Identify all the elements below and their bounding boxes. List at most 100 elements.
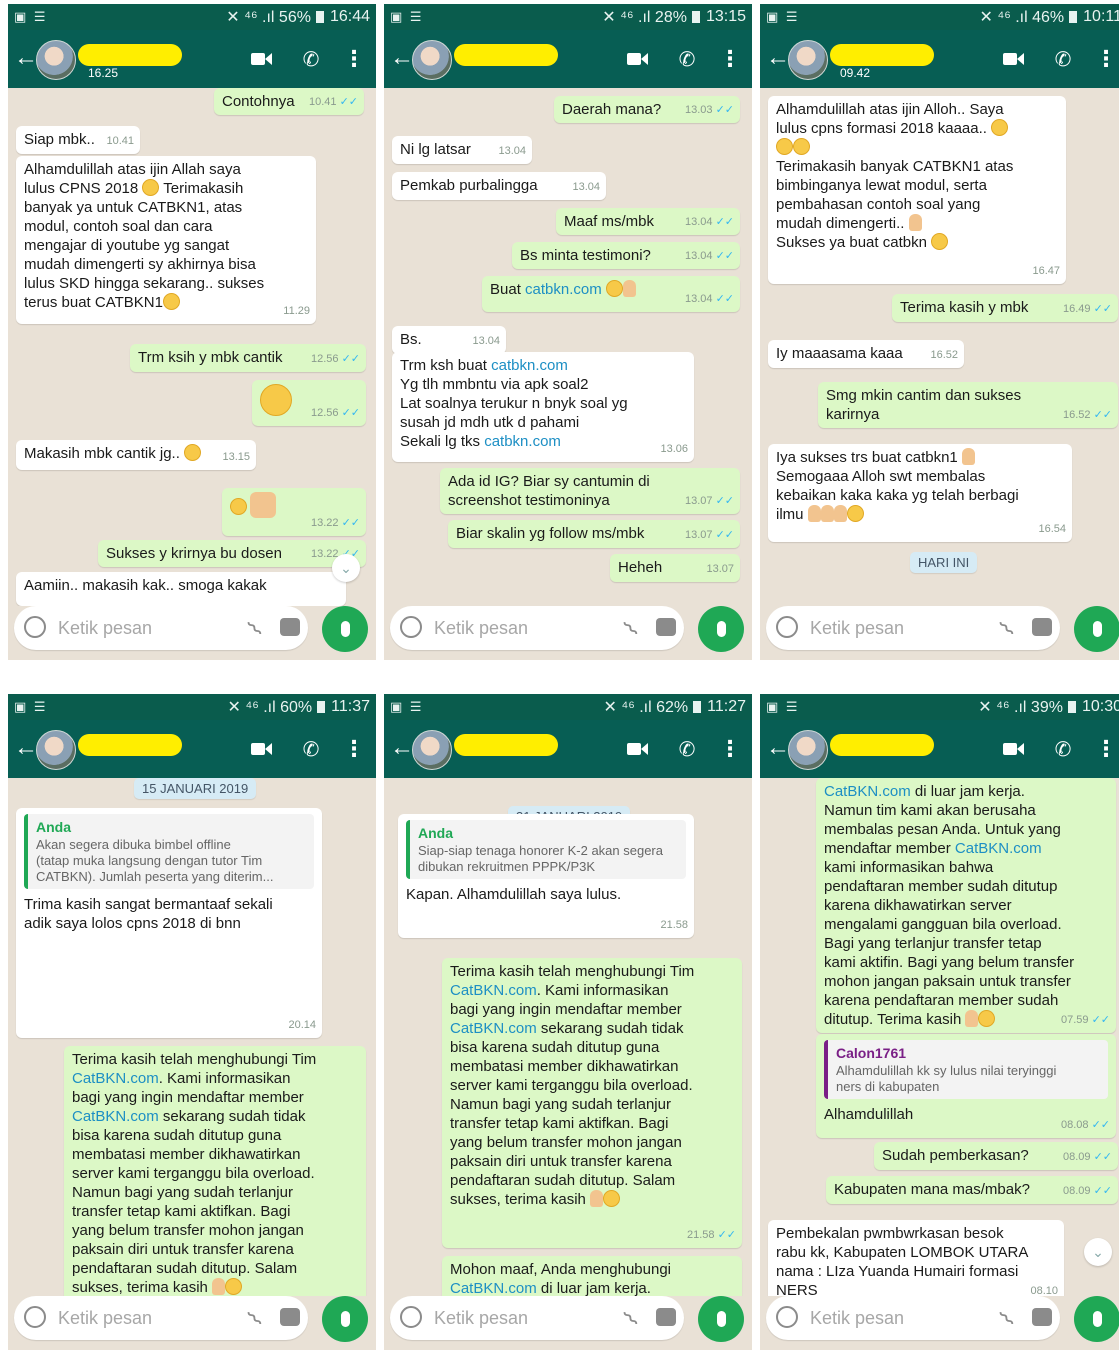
outgoing-message[interactable]: Heheh 13.07 [610, 554, 740, 582]
phone-call-icon[interactable]: ✆ [676, 46, 698, 72]
camera-icon[interactable] [656, 618, 676, 636]
message-list[interactable]: 15 JANUARI 2019 Anda Akan segera dibuka bi… [8, 778, 376, 1296]
voice-record-button[interactable] [698, 606, 744, 652]
outgoing-message[interactable]: Maaf ms/mbk 13.04 ✓✓ [556, 208, 740, 235]
attach-icon[interactable]: ⌇ [994, 616, 1020, 642]
camera-icon[interactable] [1032, 1308, 1052, 1326]
link-text[interactable]: CatBKN.com [955, 840, 1042, 857]
scroll-down-button[interactable]: ⌄ [332, 554, 360, 582]
link-text[interactable]: CatBKN.com [450, 1280, 537, 1296]
phone-call-icon[interactable]: ✆ [1052, 736, 1074, 762]
video-call-icon[interactable] [1002, 46, 1024, 72]
incoming-message[interactable]: Pembekalan pwmbwrkasan besok rabu kk, Kab… [768, 1220, 1064, 1296]
outgoing-message[interactable]: 12.56 ✓✓ [252, 380, 366, 426]
camera-icon[interactable] [280, 618, 300, 636]
incoming-message[interactable]: Ni lg latsar 13.04 [392, 136, 532, 164]
link-text[interactable]: CatBKN.com [72, 1070, 159, 1087]
link-text[interactable]: CatBKN.com [72, 1108, 159, 1125]
back-arrow-icon[interactable]: ← [390, 734, 414, 762]
outgoing-message[interactable]: Mohon maaf, Anda menghubungi CatBKN.com d… [442, 1256, 742, 1296]
back-arrow-icon[interactable]: ← [766, 44, 790, 72]
voice-record-button[interactable] [1074, 1296, 1119, 1342]
contact-avatar[interactable] [36, 730, 76, 770]
outgoing-message[interactable]: Trm ksih y mbk cantik 12.56 ✓✓ [130, 344, 366, 372]
message-input-field[interactable]: Ketik pesan [58, 1308, 152, 1329]
back-arrow-icon[interactable]: ← [390, 44, 414, 72]
incoming-message[interactable]: Aamiin.. makasih kak.. smoga kakak [16, 572, 346, 606]
emoji-picker-icon[interactable] [24, 1306, 46, 1328]
contact-avatar[interactable] [36, 40, 76, 80]
message-input-bar[interactable]: Ketik pesan ⌇ [14, 1296, 308, 1340]
message-input-field[interactable]: Ketik pesan [58, 618, 152, 639]
incoming-message[interactable]: Bs. 13.04 [392, 326, 506, 354]
emoji-picker-icon[interactable] [776, 616, 798, 638]
attach-icon[interactable]: ⌇ [994, 1306, 1020, 1332]
phone-call-icon[interactable]: ✆ [676, 736, 698, 762]
incoming-message[interactable]: Alhamdulillah atas ijin Allah saya lulus … [16, 156, 316, 324]
outgoing-message[interactable]: Ada id IG? Biar sy cantumin di screenshot… [440, 468, 740, 514]
attach-icon[interactable]: ⌇ [242, 1306, 268, 1332]
video-call-icon[interactable] [250, 736, 272, 762]
camera-icon[interactable] [1032, 618, 1052, 636]
outgoing-message[interactable]: Bs minta testimoni? 13.04 ✓✓ [512, 242, 740, 269]
emoji-picker-icon[interactable] [400, 1306, 422, 1328]
contact-avatar[interactable] [412, 730, 452, 770]
outgoing-message[interactable]: 13.22 ✓✓ [222, 488, 366, 536]
emoji-picker-icon[interactable] [400, 616, 422, 638]
phone-call-icon[interactable]: ✆ [1052, 46, 1074, 72]
back-arrow-icon[interactable]: ← [14, 734, 38, 762]
emoji-picker-icon[interactable] [776, 1306, 798, 1328]
more-menu-icon[interactable]: ⋮ [719, 736, 741, 762]
video-call-icon[interactable] [626, 736, 648, 762]
outgoing-message[interactable]: Biar skalin yg follow ms/mbk 13.07 ✓✓ [448, 520, 740, 548]
voice-record-button[interactable] [322, 606, 368, 652]
outgoing-message[interactable]: Terima kasih telah menghubungi Tim CatBKN… [442, 958, 742, 1248]
voice-record-button[interactable] [322, 1296, 368, 1342]
incoming-message[interactable]: Iya sukses trs buat catbkn1 Semogaaa All… [768, 444, 1072, 542]
outgoing-message[interactable]: Buat catbkn.com 13.04 ✓✓ [482, 276, 740, 312]
quoted-message[interactable]: Calon1761 Alhamdulillah kk sy lulus nilai… [824, 1040, 1108, 1099]
message-input-bar[interactable]: Ketik pesan ⌇ [390, 1296, 684, 1340]
incoming-message[interactable]: Iy maaasama kaaa 16.52 [768, 340, 964, 368]
attach-icon[interactable]: ⌇ [618, 1306, 644, 1332]
video-call-icon[interactable] [626, 46, 648, 72]
link-text[interactable]: catbkn.com [491, 357, 568, 374]
incoming-message[interactable]: Pemkab purbalingga 13.04 [392, 172, 606, 200]
outgoing-message[interactable]: Daerah mana? 13.03 ✓✓ [554, 96, 740, 123]
attach-icon[interactable]: ⌇ [618, 616, 644, 642]
phone-call-icon[interactable]: ✆ [300, 736, 322, 762]
message-list[interactable]: HARI INI Alhamdulillah atas ijin Alloh.. … [760, 88, 1119, 606]
message-input-field[interactable]: Ketik pesan [810, 1308, 904, 1329]
contact-avatar[interactable] [788, 40, 828, 80]
message-input-bar[interactable]: Ketik pesan ⌇ [766, 1296, 1060, 1340]
message-input-bar[interactable]: Ketik pesan ⌇ [390, 606, 684, 650]
back-arrow-icon[interactable]: ← [14, 44, 38, 72]
outgoing-message[interactable]: Sukses y krirnya bu dosen13.22 ✓✓ [98, 540, 366, 567]
camera-icon[interactable] [280, 1308, 300, 1326]
voice-record-button[interactable] [1074, 606, 1119, 652]
message-input-field[interactable]: Ketik pesan [434, 1308, 528, 1329]
contact-avatar[interactable] [412, 40, 452, 80]
scroll-down-button[interactable]: ⌄ [1084, 1238, 1112, 1266]
message-list[interactable]: Daerah mana? 13.03 ✓✓ Ni lg latsar 13.04 Pe… [384, 88, 752, 606]
outgoing-message[interactable]: Sudah pemberkasan? 08.09 ✓✓ [874, 1142, 1118, 1170]
outgoing-message[interactable]: CatBKN.com di luar jam kerja. Namun tim k… [816, 778, 1116, 1033]
more-menu-icon[interactable]: ⋮ [343, 736, 365, 762]
message-list[interactable]: Contohnya 10.41 ✓✓ Siap mbk.. 10.41 Alhamdu… [8, 88, 376, 606]
message-input-field[interactable]: Ketik pesan [434, 618, 528, 639]
back-arrow-icon[interactable]: ← [766, 734, 790, 762]
link-text[interactable]: catbkn.com [484, 433, 561, 450]
camera-icon[interactable] [656, 1308, 676, 1326]
outgoing-message[interactable]: Terima kasih telah menghubungi Tim CatBKN… [64, 1046, 366, 1296]
quoted-message[interactable]: Anda Akan segera dibuka bimbel offline (t… [24, 814, 314, 889]
message-input-bar[interactable]: Ketik pesan ⌇ [766, 606, 1060, 650]
outgoing-message[interactable]: Calon1761 Alhamdulillah kk sy lulus nilai… [816, 1034, 1116, 1138]
emoji-picker-icon[interactable] [24, 616, 46, 638]
incoming-message[interactable]: Anda Akan segera dibuka bimbel offline (t… [16, 808, 322, 1038]
incoming-message[interactable]: Makasih mbk cantik jg.. 13.15 [16, 440, 256, 470]
more-menu-icon[interactable]: ⋮ [343, 46, 365, 72]
more-menu-icon[interactable]: ⋮ [719, 46, 741, 72]
message-list[interactable]: CatBKN.com di luar jam kerja. Namun tim k… [760, 778, 1119, 1296]
phone-call-icon[interactable]: ✆ [300, 46, 322, 72]
message-input-bar[interactable]: Ketik pesan ⌇ [14, 606, 308, 650]
